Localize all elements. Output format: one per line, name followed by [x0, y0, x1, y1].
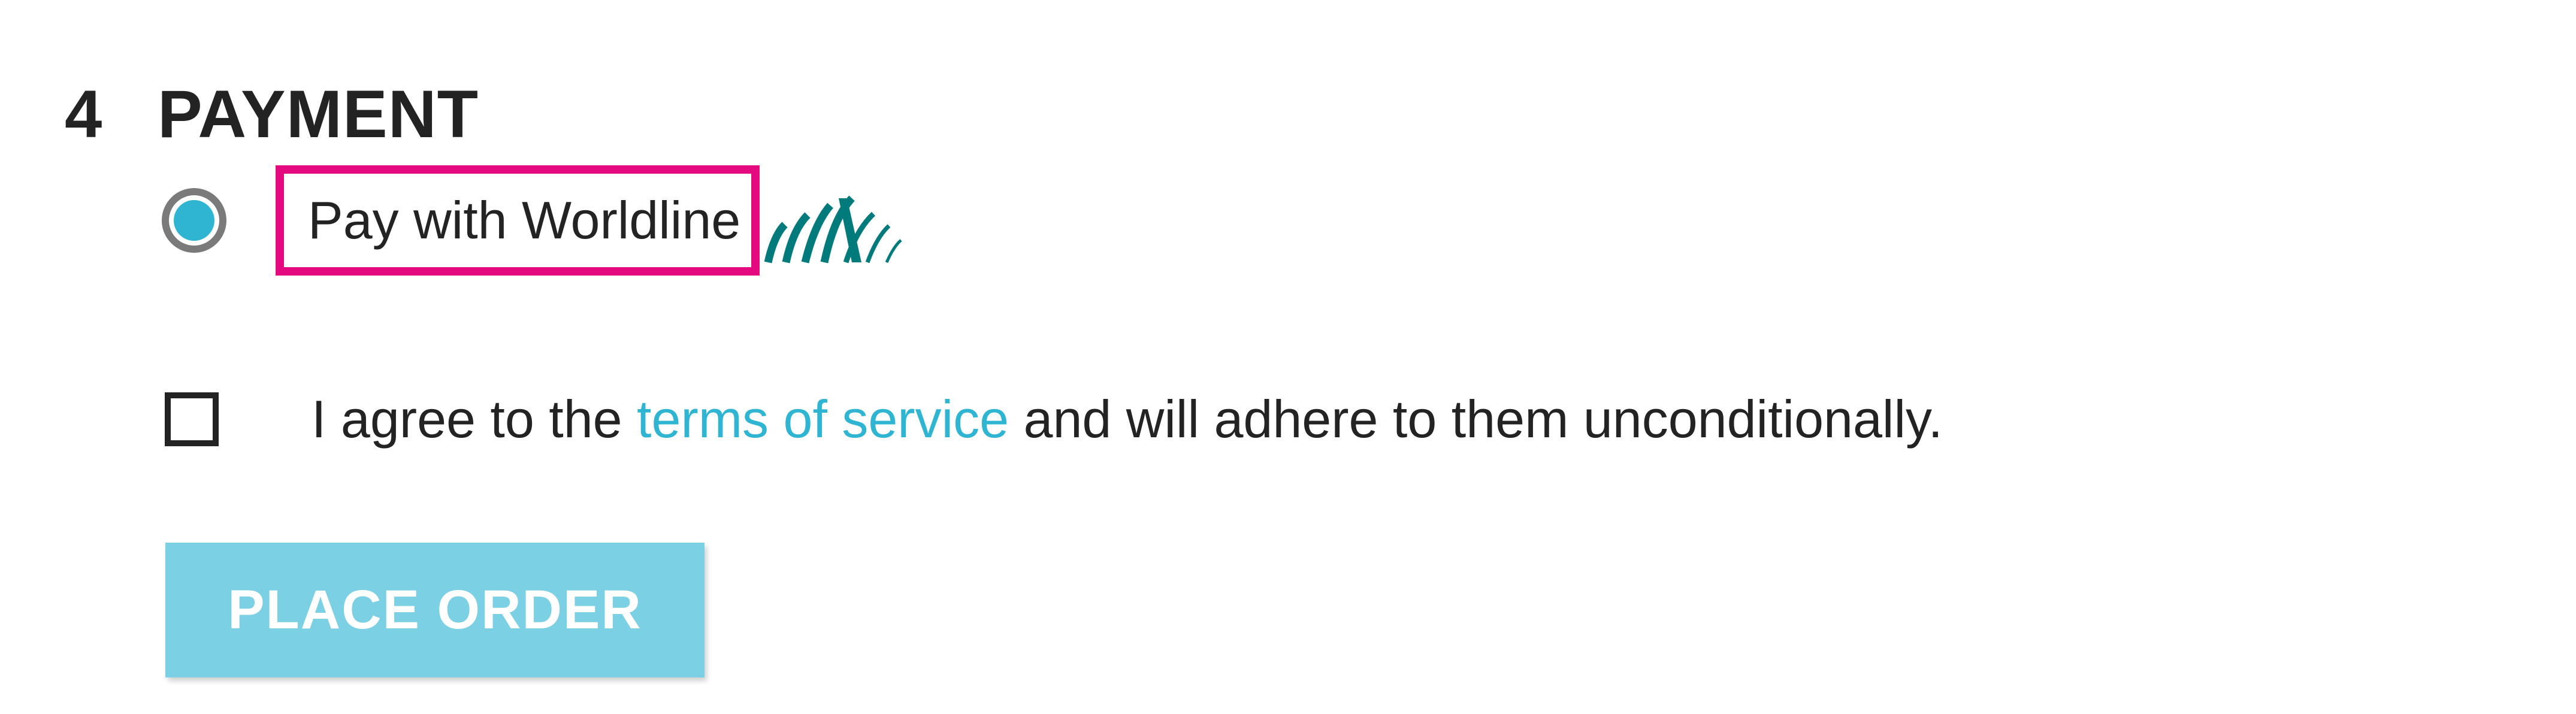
step-number: 4	[65, 76, 103, 152]
payment-option-worldline[interactable]: Pay with Worldline	[162, 161, 906, 280]
worldline-logo-icon	[764, 195, 902, 264]
terms-text-after: and will adhere to them unconditionally.	[1009, 389, 1943, 449]
step-header[interactable]: 4 PAYMENT	[65, 60, 479, 168]
terms-agreement-row: I agree to the terms of service and will…	[165, 371, 1943, 467]
payment-option-label[interactable]: Pay with Worldline	[276, 165, 760, 276]
payment-radio-button[interactable]	[162, 188, 226, 253]
checkout-payment-step: 4 PAYMENT Pay with Worldline I agree to …	[0, 0, 2576, 714]
terms-of-service-link[interactable]: terms of service	[637, 389, 1009, 449]
radio-selected-dot	[174, 200, 214, 241]
terms-text: I agree to the terms of service and will…	[312, 389, 1943, 450]
terms-text-before: I agree to the	[312, 389, 637, 449]
place-order-button[interactable]: PLACE ORDER	[165, 543, 705, 677]
terms-checkbox[interactable]	[165, 392, 219, 446]
step-title: PAYMENT	[158, 76, 479, 152]
